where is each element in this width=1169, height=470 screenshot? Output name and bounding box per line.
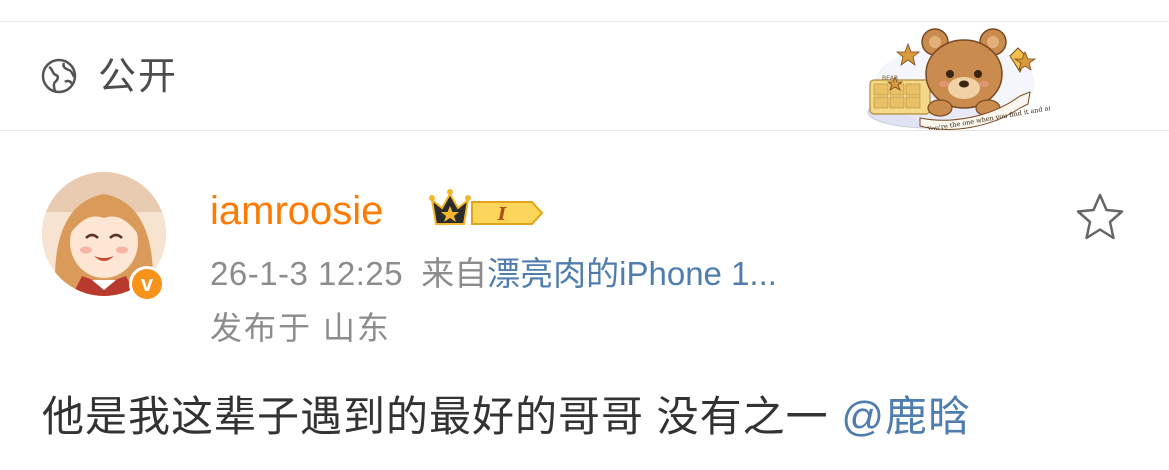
post-time: 26-1-3 12:25 xyxy=(210,255,404,292)
svg-text:I: I xyxy=(497,204,507,225)
mention-link[interactable]: @鹿晗 xyxy=(841,393,971,440)
membership-crown-icon[interactable]: I xyxy=(428,186,548,234)
source-prefix: 来自 xyxy=(421,255,488,292)
visibility-label: 公开 xyxy=(98,56,179,98)
device-link[interactable]: 漂亮肉的iPhone 1... xyxy=(487,255,777,292)
post-location: 发布于 山东 xyxy=(210,310,391,346)
globe-icon xyxy=(41,58,77,94)
post-meta: 26-1-3 12:25 来自漂亮肉的iPhone 1... xyxy=(210,254,777,294)
teddy-bear-sticker: BEAR You're the one when you find it and… xyxy=(867,28,1050,130)
verified-badge: v xyxy=(129,266,165,302)
username[interactable]: iamroosie xyxy=(210,188,383,234)
post-body: 他是我这辈子遇到的最好的哥哥 没有之一 xyxy=(42,393,842,440)
visibility-row[interactable]: 公开 BEAR You're the one when you find it … xyxy=(0,22,1169,131)
post-text: 他是我这辈子遇到的最好的哥哥 没有之一 @鹿晗 xyxy=(42,392,971,442)
favorite-star-icon[interactable] xyxy=(1072,190,1128,246)
